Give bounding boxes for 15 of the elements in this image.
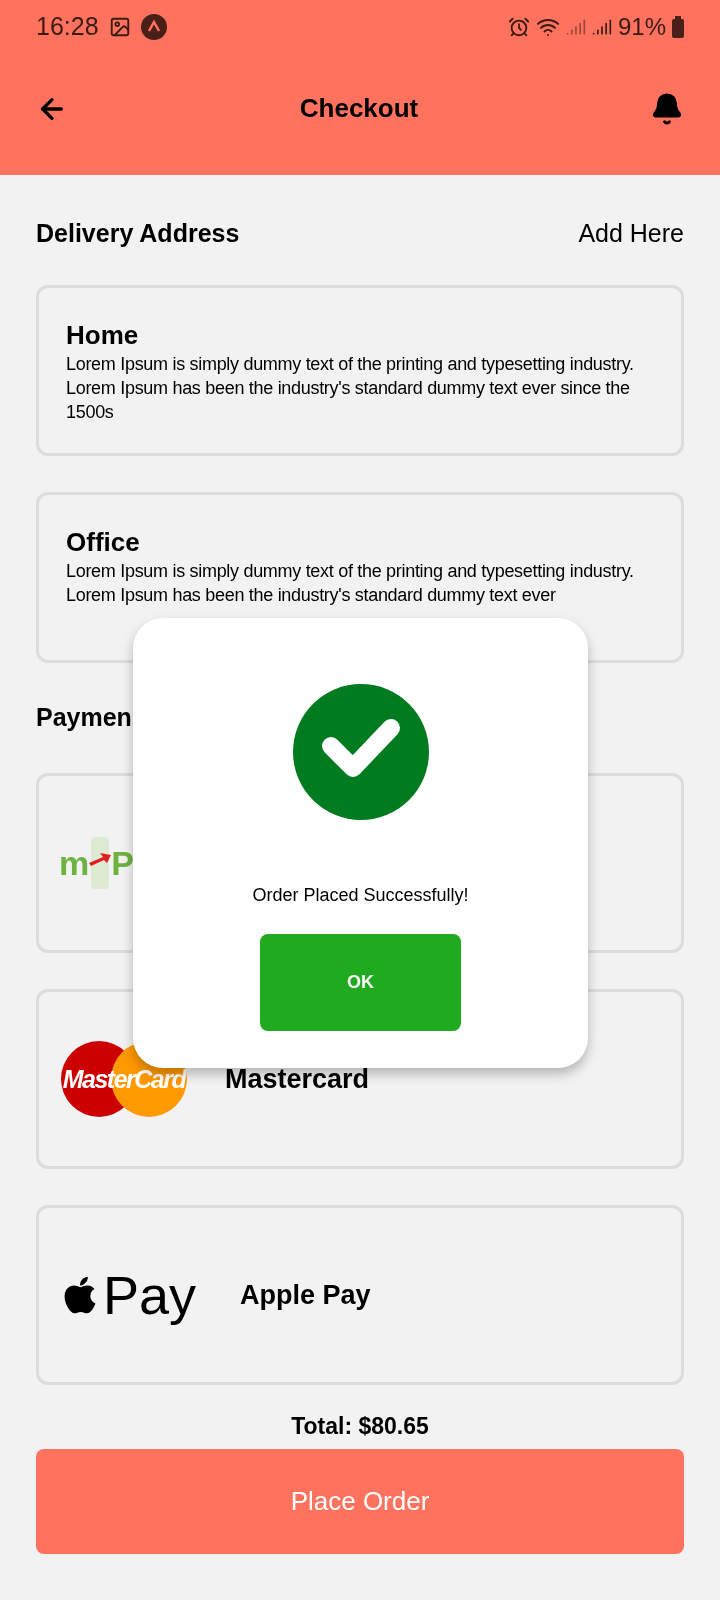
address-text: Lorem Ipsum is simply dummy text of the printing and typesetting industry. Lorem Ipsum has been the industry's standard dummy text ever since the 1500s [66,353,635,424]
page-title: Checkout [299,92,419,125]
payment-label: Apple Pay [240,1278,371,1312]
address-name: Office [66,526,141,559]
address-name: Home [66,319,140,352]
section-title: Paymen [36,702,132,734]
logo-text: m [59,846,90,880]
payment-label: Mastercard [225,1062,370,1096]
section-title: Delivery Address [36,218,240,250]
battery-percent: 91% [617,12,666,42]
status-time: 16:28 [36,11,99,43]
logo-text: P [111,846,134,880]
dialog-message: Order Placed Successfully! [252,884,469,907]
order-total: Total: $80.65 [291,1411,429,1441]
address-text: Lorem Ipsum is simply dummy text of the printing and typesetting industry. Lorem Ipsum has been the industry's standard dummy text ever [66,560,635,607]
